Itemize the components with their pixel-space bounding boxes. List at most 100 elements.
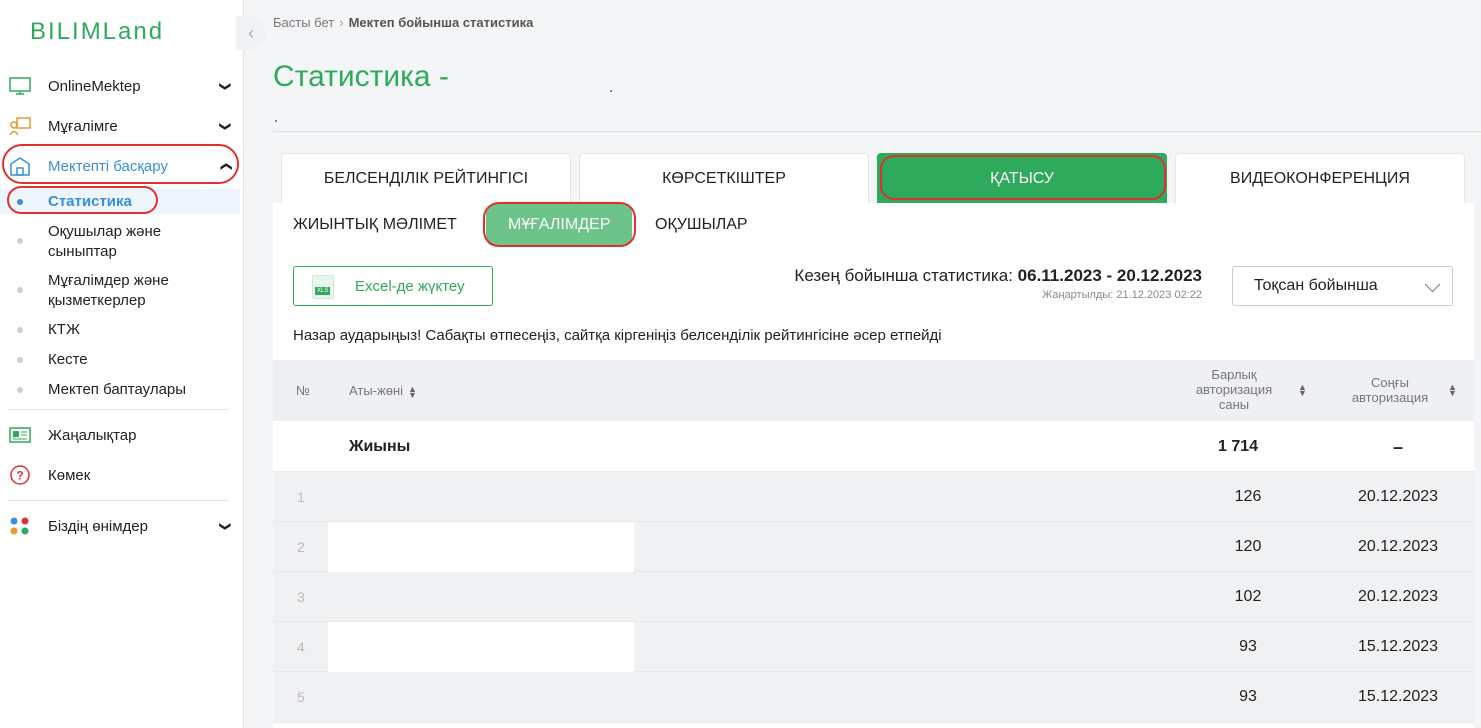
table-row[interactable]: 3 102 20.12.2023 [273,572,1474,622]
redacted-name-area [328,622,634,672]
decorative-dot [610,90,612,92]
period-value: 06.11.2023 - 20.12.2023 [1017,266,1202,285]
row-count: 93 [1239,688,1257,705]
row-number: 3 [297,589,305,605]
news-icon [9,427,31,443]
chevron-down-icon [1424,276,1441,293]
title-divider [273,131,1481,132]
school-icon [10,157,30,176]
sidebar-subitem-statistics[interactable]: Статистика [0,189,240,214]
row-number: 1 [297,489,305,505]
sidebar-item-help[interactable]: ? Көмек [0,455,244,495]
row-number: 5 [297,689,305,705]
chevron-down-icon: ❯ [218,81,231,91]
row-last-auth: 20.12.2023 [1357,488,1439,505]
sidebar-subitem-school-settings[interactable]: Мектеп баптаулары [0,380,240,400]
table-row[interactable]: 1 126 20.12.2023 [273,472,1474,522]
table-row[interactable]: 5 93 15.12.2023 [273,672,1474,723]
tab-videoconference[interactable]: ВИДЕОКОНФЕРЕНЦИЯ [1175,153,1465,203]
row-count: 126 [1234,488,1262,505]
sort-icon: ▲ ▼ [408,383,417,400]
sidebar-item-teacher[interactable]: Мұғалімге ❯ [0,106,244,146]
sidebar-item-news[interactable]: Жаңалықтар [0,415,244,455]
tab-attendance[interactable]: ҚАТЫСУ [877,153,1167,203]
apps-icon [10,517,29,535]
table-total-row: Жиыны 1 714 – [273,422,1474,472]
sidebar-subitem-label: Статистика [48,193,132,210]
tab-activity-rating[interactable]: БЕЛСЕНДІЛІК РЕЙТИНГІСІ [281,153,571,203]
sidebar-item-label: Біздің өнімдер [48,517,148,535]
table-row[interactable]: 4 93 15.12.2023 [273,622,1474,672]
total-last: – [1392,436,1403,457]
period-label: Кезең бойынша статистика: [794,266,1013,285]
period-select[interactable]: Тоқсан бойынша [1232,266,1453,306]
row-last-auth: 20.12.2023 [1357,588,1439,605]
row-number: 2 [297,539,305,555]
chevron-up-icon: ❯ [219,161,232,171]
excel-download-button[interactable]: XLS Excel-де жүктеу [293,266,493,306]
sidebar-item-label: Мұғалімге [48,117,118,135]
breadcrumb-current: Мектеп бойынша статистика [348,15,534,30]
column-header-line: Барлық [1211,367,1257,382]
page-title: Статистика - [273,60,449,93]
chevron-down-icon: ❯ [218,521,231,531]
sort-icon[interactable]: ▲ ▼ [1448,383,1457,398]
column-header-line: авторизация [1195,382,1273,397]
column-header-line: авторизация [1351,390,1429,405]
column-header-total-auth[interactable]: Барлық авторизация саны [1192,367,1276,412]
column-header-last-auth[interactable]: Соңғы авторизация [1345,375,1435,405]
tab-indicators[interactable]: КӨРСЕТКІШТЕР [579,153,869,203]
column-header-number: № [296,383,310,398]
sidebar-subitem-label: КТЖ [48,321,80,338]
subtab-students[interactable]: ОҚУШЫЛАР [655,203,748,247]
monitor-icon [9,77,31,95]
teacher-icon [9,117,31,136]
sidebar-subitem-students[interactable]: Оқушылар және сыныптар [0,222,240,264]
row-last-auth: 20.12.2023 [1357,538,1439,555]
help-icon: ? [10,465,30,485]
period-select-value: Тоқсан бойынша [1254,277,1378,294]
bullet-icon [17,327,23,333]
bullet-icon [17,238,23,244]
sort-icon[interactable]: ▲ ▼ [1298,383,1307,398]
sidebar-item-school-management[interactable]: Мектепті басқару ❯ [0,146,244,186]
sidebar: BILIMLand OnlineMektep ❯ Мұғалімге ❯ Мек… [0,0,244,728]
row-count: 120 [1234,538,1262,555]
column-header-line: саны [1218,397,1250,412]
column-header-name[interactable]: Аты-жөні ▲ ▼ [349,383,417,400]
breadcrumb: Басты бет › Мектеп бойынша статистика [273,15,533,30]
chevron-left-icon: ‹ [248,22,254,43]
sidebar-subitem-teachers[interactable]: Мұғалімдер және қызметкерлер [0,271,240,313]
subtab-summary[interactable]: ЖИЫНТЫҚ МӘЛІМЕТ [293,203,457,247]
sidebar-subitem-label: Кесте [48,351,88,368]
notice-text: Назар аударыңыз! Сабақты өтпесеңіз, сайт… [293,327,942,344]
xls-file-icon: XLS [312,275,334,299]
sidebar-divider [8,409,228,410]
sidebar-subitem-label: Мектеп баптаулары [48,381,187,398]
row-count: 102 [1234,588,1262,605]
breadcrumb-home-link[interactable]: Басты бет [273,15,334,30]
sidebar-item-label: Жаңалықтар [48,426,137,444]
bullet-icon [17,287,23,293]
sidebar-item-label: OnlineMektep [48,77,141,95]
bullet-icon [17,387,23,393]
sidebar-item-onlinemektep[interactable]: OnlineMektep ❯ [0,66,244,106]
sidebar-subitem-ktzh[interactable]: КТЖ [0,320,240,340]
column-header-line: Соңғы [1371,375,1409,390]
sidebar-item-products[interactable]: Біздің өнімдер ❯ [0,506,244,546]
period-info: Кезең бойынша статистика: 06.11.2023 - 2… [794,266,1202,286]
column-header-name-label: Аты-жөні [349,383,404,398]
bullet-icon [17,199,23,205]
sidebar-subitem-label: Мұғалімдер және қызметкерлер [48,272,169,309]
total-count: 1 714 [1217,438,1259,455]
decorative-dot [275,120,277,122]
row-count: 93 [1239,638,1257,655]
table-row[interactable]: 2 120 20.12.2023 [273,522,1474,572]
sidebar-collapse-button[interactable]: ‹ [236,16,266,50]
bilimland-logo[interactable]: BILIMLand [30,18,164,46]
row-number: 4 [297,639,305,655]
excel-button-label: Excel-де жүктеу [355,277,465,295]
row-last-auth: 15.12.2023 [1357,638,1439,655]
subtab-teachers[interactable]: МҰҒАЛІМДЕР [486,204,633,246]
sidebar-subitem-schedule[interactable]: Кесте [0,350,240,370]
